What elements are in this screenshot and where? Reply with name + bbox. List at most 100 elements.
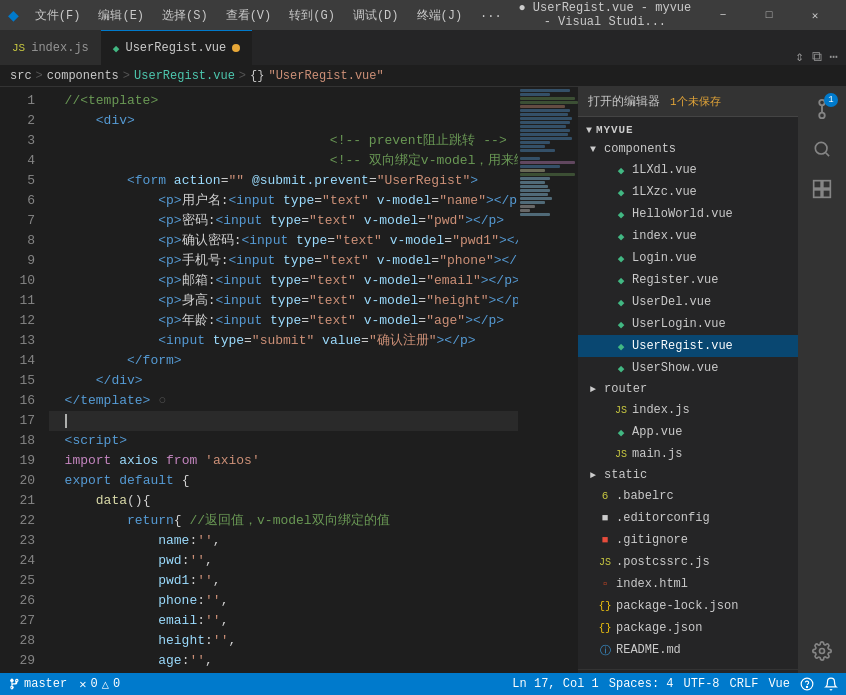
mini-line	[520, 133, 568, 136]
project-name: MYVUE	[596, 124, 633, 136]
unsaved-count: 1个未保存	[670, 94, 721, 109]
code-line-23: name:'',	[49, 531, 518, 551]
more-actions-button[interactable]: ⋯	[830, 48, 838, 65]
minimize-button[interactable]: −	[700, 0, 746, 30]
menu-bar[interactable]: 文件(F) 编辑(E) 选择(S) 查看(V) 转到(G) 调试(D) 终端(J…	[27, 5, 510, 26]
file-label: .gitignore	[616, 533, 688, 547]
file-app-vue[interactable]: ◆ App.vue	[578, 421, 798, 443]
menu-edit[interactable]: 编辑(E)	[90, 5, 152, 26]
breadcrumb-components[interactable]: components	[47, 69, 119, 83]
breadcrumb-src[interactable]: src	[10, 69, 32, 83]
breadcrumb-scope[interactable]: {}	[250, 69, 264, 83]
mini-line	[520, 165, 560, 168]
line-num-19: 19	[0, 451, 35, 471]
breadcrumb-name[interactable]: "UserRegist.vue"	[268, 69, 383, 83]
file-label: index.html	[616, 577, 688, 591]
menu-more[interactable]: ...	[472, 5, 510, 26]
line-ending[interactable]: CRLF	[730, 677, 759, 691]
mini-line	[520, 213, 550, 216]
file-login-vue[interactable]: ◆ Login.vue	[578, 247, 798, 269]
router-folder[interactable]: ► router	[578, 379, 798, 399]
file-index-vue[interactable]: ◆ index.vue	[578, 225, 798, 247]
file-1lxzc-vue[interactable]: ◆ 1LXzc.vue	[578, 181, 798, 203]
svg-point-2	[815, 142, 827, 154]
file-register-vue[interactable]: ◆ Register.vue	[578, 269, 798, 291]
menu-view[interactable]: 查看(V)	[218, 5, 280, 26]
file-babelrc[interactable]: 6 .babelrc	[578, 485, 798, 507]
source-control-button[interactable]: 1	[804, 91, 840, 127]
line-num-6: 6	[0, 191, 35, 211]
extensions-button[interactable]	[804, 171, 840, 207]
language-mode[interactable]: Vue	[768, 677, 790, 691]
file-main-js[interactable]: JS main.js	[578, 443, 798, 465]
menu-terminal[interactable]: 终端(J)	[409, 5, 471, 26]
file-label: package-lock.json	[616, 599, 738, 613]
file-package-json[interactable]: {} package.json	[578, 617, 798, 639]
tab-user-regist[interactable]: ◆ UserRegist.vue	[101, 30, 252, 65]
file-tree-container[interactable]: ▼ MYVUE ▼ components ◆ 1LXdl.vue ◆ 1LXzc…	[578, 117, 798, 673]
mini-line	[520, 177, 550, 180]
settings-button[interactable]	[804, 633, 840, 669]
window-controls[interactable]: − □ ✕	[700, 0, 838, 30]
menu-debug[interactable]: 调试(D)	[345, 5, 407, 26]
menu-select[interactable]: 选择(S)	[154, 5, 216, 26]
project-chevron: ▼	[586, 125, 592, 136]
code-area[interactable]: //<template> <div> <!-- prevent阻止跳转 --> …	[45, 87, 518, 673]
code-line-21: data(){	[49, 491, 518, 511]
file-userdel-vue[interactable]: ◆ UserDel.vue	[578, 291, 798, 313]
layout-button[interactable]: ⧉	[812, 49, 822, 65]
open-editors-header[interactable]: 打开的编辑器 1个未保存	[578, 87, 798, 117]
file-1lxdl-vue[interactable]: ◆ 1LXdl.vue	[578, 159, 798, 181]
git-icon: ■	[598, 534, 612, 546]
feedback-icon	[800, 677, 814, 691]
file-userlogin-vue[interactable]: ◆ UserLogin.vue	[578, 313, 798, 335]
feedback-button[interactable]	[800, 677, 814, 691]
file-gitignore[interactable]: ■ .gitignore	[578, 529, 798, 551]
components-folder[interactable]: ▼ components	[578, 139, 798, 159]
error-count[interactable]: ✕ 0 △ 0	[79, 677, 120, 692]
file-router-index-js[interactable]: JS index.js	[578, 399, 798, 421]
tab-index-js[interactable]: JS index.js	[0, 30, 101, 65]
line-num-23: 23	[0, 531, 35, 551]
line-col[interactable]: Ln 17, Col 1	[512, 677, 598, 691]
tab-label-index-js: index.js	[31, 41, 89, 55]
search-button[interactable]	[804, 131, 840, 167]
file-postcssrc-js[interactable]: JS .postcssrc.js	[578, 551, 798, 573]
mini-line	[520, 201, 545, 204]
file-index-html[interactable]: ▫ index.html	[578, 573, 798, 595]
breadcrumb-file[interactable]: UserRegist.vue	[134, 69, 235, 83]
menu-goto[interactable]: 转到(G)	[281, 5, 343, 26]
file-userregist-vue[interactable]: ◆ UserRegist.vue	[578, 335, 798, 357]
file-editorconfig[interactable]: ■ .editorconfig	[578, 507, 798, 529]
encoding[interactable]: UTF-8	[684, 677, 720, 691]
file-readme-md[interactable]: ⓘ README.md	[578, 639, 798, 661]
language-label: Vue	[768, 677, 790, 691]
line-num-28: 28	[0, 631, 35, 651]
static-folder[interactable]: ► static	[578, 465, 798, 485]
code-line-3: <!-- prevent阻止跳转 -->	[49, 131, 518, 151]
split-editor-button[interactable]: ⇕	[795, 48, 803, 65]
project-section: ▼ MYVUE ▼ components ◆ 1LXdl.vue ◆ 1LXzc…	[578, 117, 798, 665]
file-package-lock-json[interactable]: {} package-lock.json	[578, 595, 798, 617]
close-button[interactable]: ✕	[792, 0, 838, 30]
spaces-label: Spaces: 4	[609, 677, 674, 691]
notification-bell[interactable]	[824, 677, 838, 691]
file-usershow-vue[interactable]: ◆ UserShow.vue	[578, 357, 798, 379]
git-branch[interactable]: master	[8, 677, 67, 691]
spaces[interactable]: Spaces: 4	[609, 677, 674, 691]
menu-file[interactable]: 文件(F)	[27, 5, 89, 26]
mini-line	[520, 205, 535, 208]
code-line-4: <!-- 双向绑定v-model，用来绑定后端 --	[49, 151, 518, 171]
minimap	[518, 87, 578, 673]
line-num-14: 14	[0, 351, 35, 371]
code-line-10: <p>邮箱:<input type="text" v-model="email"…	[49, 271, 518, 291]
breadcrumb-sep1: >	[36, 69, 43, 83]
mini-line	[520, 197, 552, 200]
router-chevron: ►	[590, 384, 596, 395]
maximize-button[interactable]: □	[746, 0, 792, 30]
file-helloworld-vue[interactable]: ◆ HelloWorld.vue	[578, 203, 798, 225]
editor: 1 2 3 4 5 6 7 8 9 10 11 12 13 14 15 16 1…	[0, 87, 578, 673]
project-header[interactable]: ▼ MYVUE	[578, 121, 798, 139]
title-bar: ◆ 文件(F) 编辑(E) 选择(S) 查看(V) 转到(G) 调试(D) 终端…	[0, 0, 846, 30]
code-line-14: </form>	[49, 351, 518, 371]
